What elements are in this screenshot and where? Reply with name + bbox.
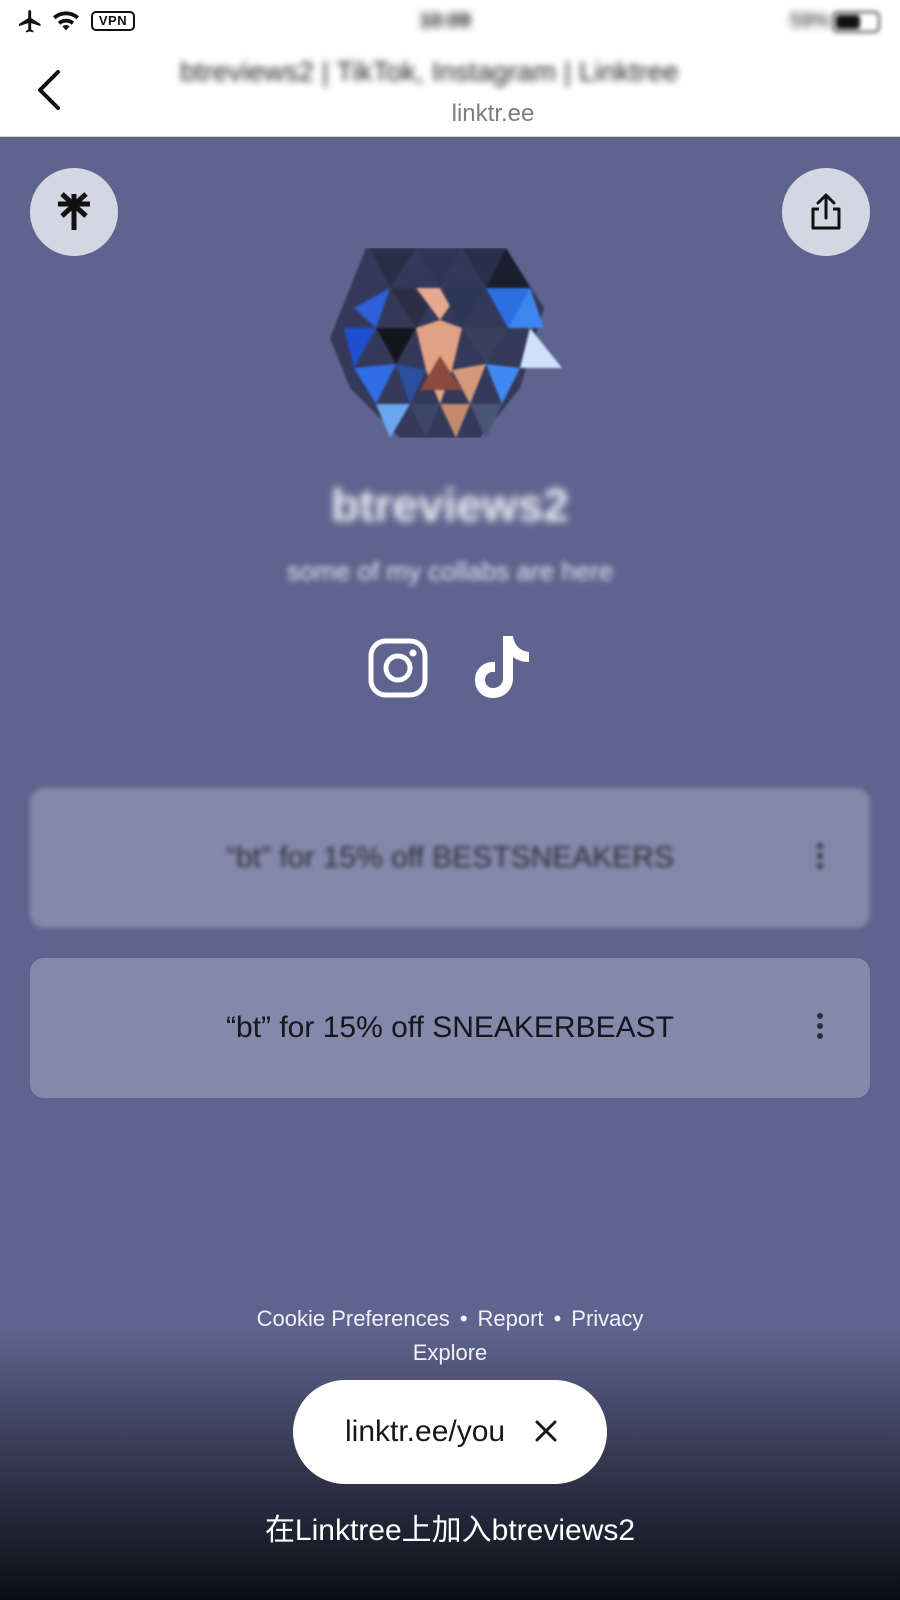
- battery-level-fill: [836, 15, 860, 29]
- airplane-mode-icon: [18, 9, 41, 33]
- page-url: linktr.ee: [451, 100, 535, 127]
- linktree-profile-screen: VPN 10:09 59% btreviews2 | TikTok, Insta…: [0, 0, 900, 1600]
- linktree-logo-button[interactable]: [30, 168, 118, 256]
- more-options-icon[interactable]: [814, 840, 826, 876]
- page-title: btreviews2 | TikTok, Instagram | Linktre…: [180, 56, 679, 87]
- explore-link[interactable]: Explore: [0, 1340, 900, 1366]
- separator-dot: •: [459, 1306, 468, 1331]
- link-label: “bt” for 15% off BESTSNEAKERS: [226, 841, 674, 874]
- status-bar: VPN 10:09 59%: [0, 0, 900, 44]
- share-button[interactable]: [782, 168, 870, 256]
- wifi-icon: [53, 11, 79, 31]
- profile-avatar: [330, 248, 562, 438]
- cookie-preferences-link[interactable]: Cookie Preferences: [257, 1306, 450, 1331]
- link-card-bestsneakers[interactable]: “bt” for 15% off BESTSNEAKERS: [30, 788, 870, 928]
- claim-url-text: linktr.ee/you: [345, 1415, 506, 1448]
- instagram-icon[interactable]: [368, 638, 428, 698]
- link-card-sneakerbeast[interactable]: “bt” for 15% off SNEAKERBEAST: [30, 958, 870, 1098]
- privacy-link[interactable]: Privacy: [571, 1306, 643, 1331]
- link-label: “bt” for 15% off SNEAKERBEAST: [226, 1011, 674, 1044]
- report-link[interactable]: Report: [478, 1306, 544, 1331]
- footer-links: Cookie Preferences • Report • Privacy: [0, 1306, 900, 1332]
- vpn-badge: VPN: [91, 11, 135, 31]
- close-icon[interactable]: [533, 1418, 559, 1444]
- status-time: 10:09: [419, 10, 471, 32]
- share-icon: [811, 193, 841, 230]
- battery-percentage: 59%: [789, 10, 830, 32]
- profile-bio: some of my collabs are here: [286, 556, 614, 586]
- more-options-icon[interactable]: [814, 1010, 826, 1046]
- claim-linktree-pill[interactable]: linktr.ee/you: [293, 1380, 607, 1484]
- linktree-asterisk-icon: [58, 192, 90, 230]
- browser-header: btreviews2 | TikTok, Instagram | Linktre…: [0, 44, 900, 137]
- profile-name: btreviews2: [331, 479, 569, 531]
- join-linktree-text: 在Linktree上加入btreviews2: [264, 1514, 636, 1547]
- battery-icon: [832, 11, 880, 33]
- tiktok-icon[interactable]: [473, 634, 531, 700]
- separator-dot: •: [553, 1306, 562, 1331]
